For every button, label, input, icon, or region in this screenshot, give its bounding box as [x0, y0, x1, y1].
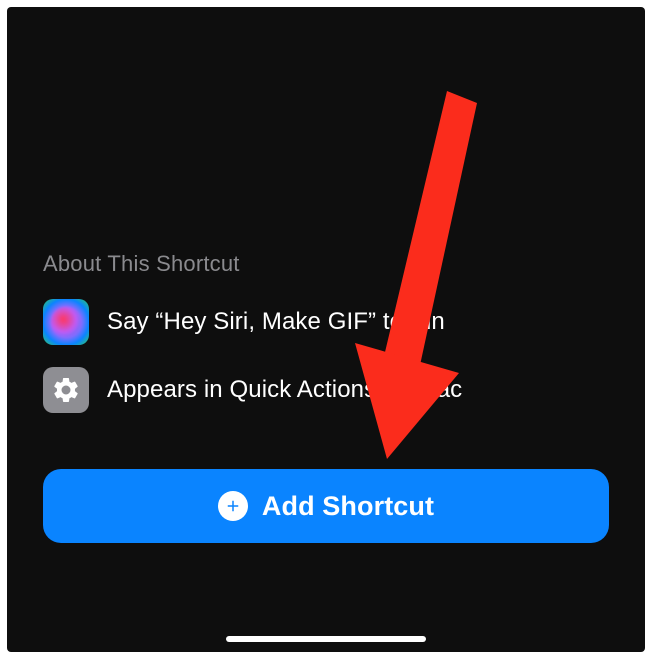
quick-actions-row: Appears in Quick Actions on Mac	[43, 367, 609, 413]
plus-circle-icon	[218, 491, 248, 521]
siri-hint-text: Say “Hey Siri, Make GIF” to run	[107, 308, 445, 336]
shortcut-detail-screen: About This Shortcut Say “Hey Siri, Make …	[7, 7, 645, 652]
quick-actions-text: Appears in Quick Actions on Mac	[107, 376, 462, 404]
siri-hint-row: Say “Hey Siri, Make GIF” to run	[43, 299, 609, 345]
add-shortcut-button[interactable]: Add Shortcut	[43, 469, 609, 543]
siri-icon	[43, 299, 89, 345]
add-shortcut-label: Add Shortcut	[262, 491, 434, 522]
gear-icon	[43, 367, 89, 413]
section-title: About This Shortcut	[43, 251, 609, 277]
home-indicator[interactable]	[226, 636, 426, 642]
